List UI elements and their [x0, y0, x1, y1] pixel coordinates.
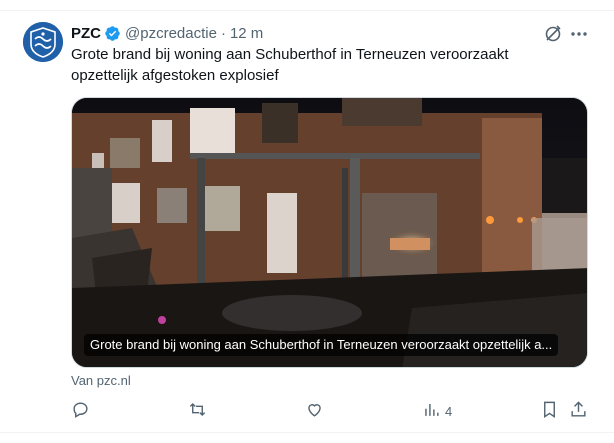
author-handle[interactable]: @pzcredactie — [125, 25, 217, 42]
repost-icon — [188, 400, 207, 422]
author-name[interactable]: PZC — [71, 25, 101, 42]
bottom-divider — [0, 432, 614, 433]
reply-icon — [71, 400, 90, 422]
link-card-media[interactable]: Grote brand bij woning aan Schuberthof i… — [71, 97, 588, 368]
like-button[interactable] — [305, 400, 328, 422]
link-source[interactable]: Van pzc.nl — [71, 373, 131, 388]
separator-dot: · — [220, 24, 226, 42]
avatar[interactable] — [23, 22, 63, 62]
bookmark-button[interactable] — [540, 400, 559, 422]
like-icon — [305, 400, 324, 422]
pzc-logo-icon — [23, 22, 63, 62]
tweet-header: PZC @pzcredactie · 12 m — [71, 23, 594, 43]
top-divider — [0, 10, 614, 11]
timestamp[interactable]: 12 m — [230, 25, 263, 42]
fire-damaged-house-image — [72, 98, 587, 367]
repost-button[interactable] — [188, 400, 211, 422]
bookmark-icon — [540, 400, 559, 422]
action-bar: 4 — [71, 400, 591, 424]
link-card-caption[interactable]: Grote brand bij woning aan Schuberthof i… — [84, 334, 559, 356]
share-icon — [569, 400, 588, 422]
share-button[interactable] — [569, 400, 588, 422]
views-button[interactable]: 4 — [422, 400, 452, 422]
tweet-text: Grote brand bij woning aan Schuberthof i… — [71, 46, 509, 84]
more-icon[interactable] — [569, 24, 589, 44]
views-count: 4 — [445, 403, 453, 419]
grok-icon[interactable] — [543, 24, 563, 44]
reply-button[interactable] — [71, 400, 94, 422]
verified-badge-icon — [104, 25, 121, 42]
views-icon — [422, 400, 441, 422]
